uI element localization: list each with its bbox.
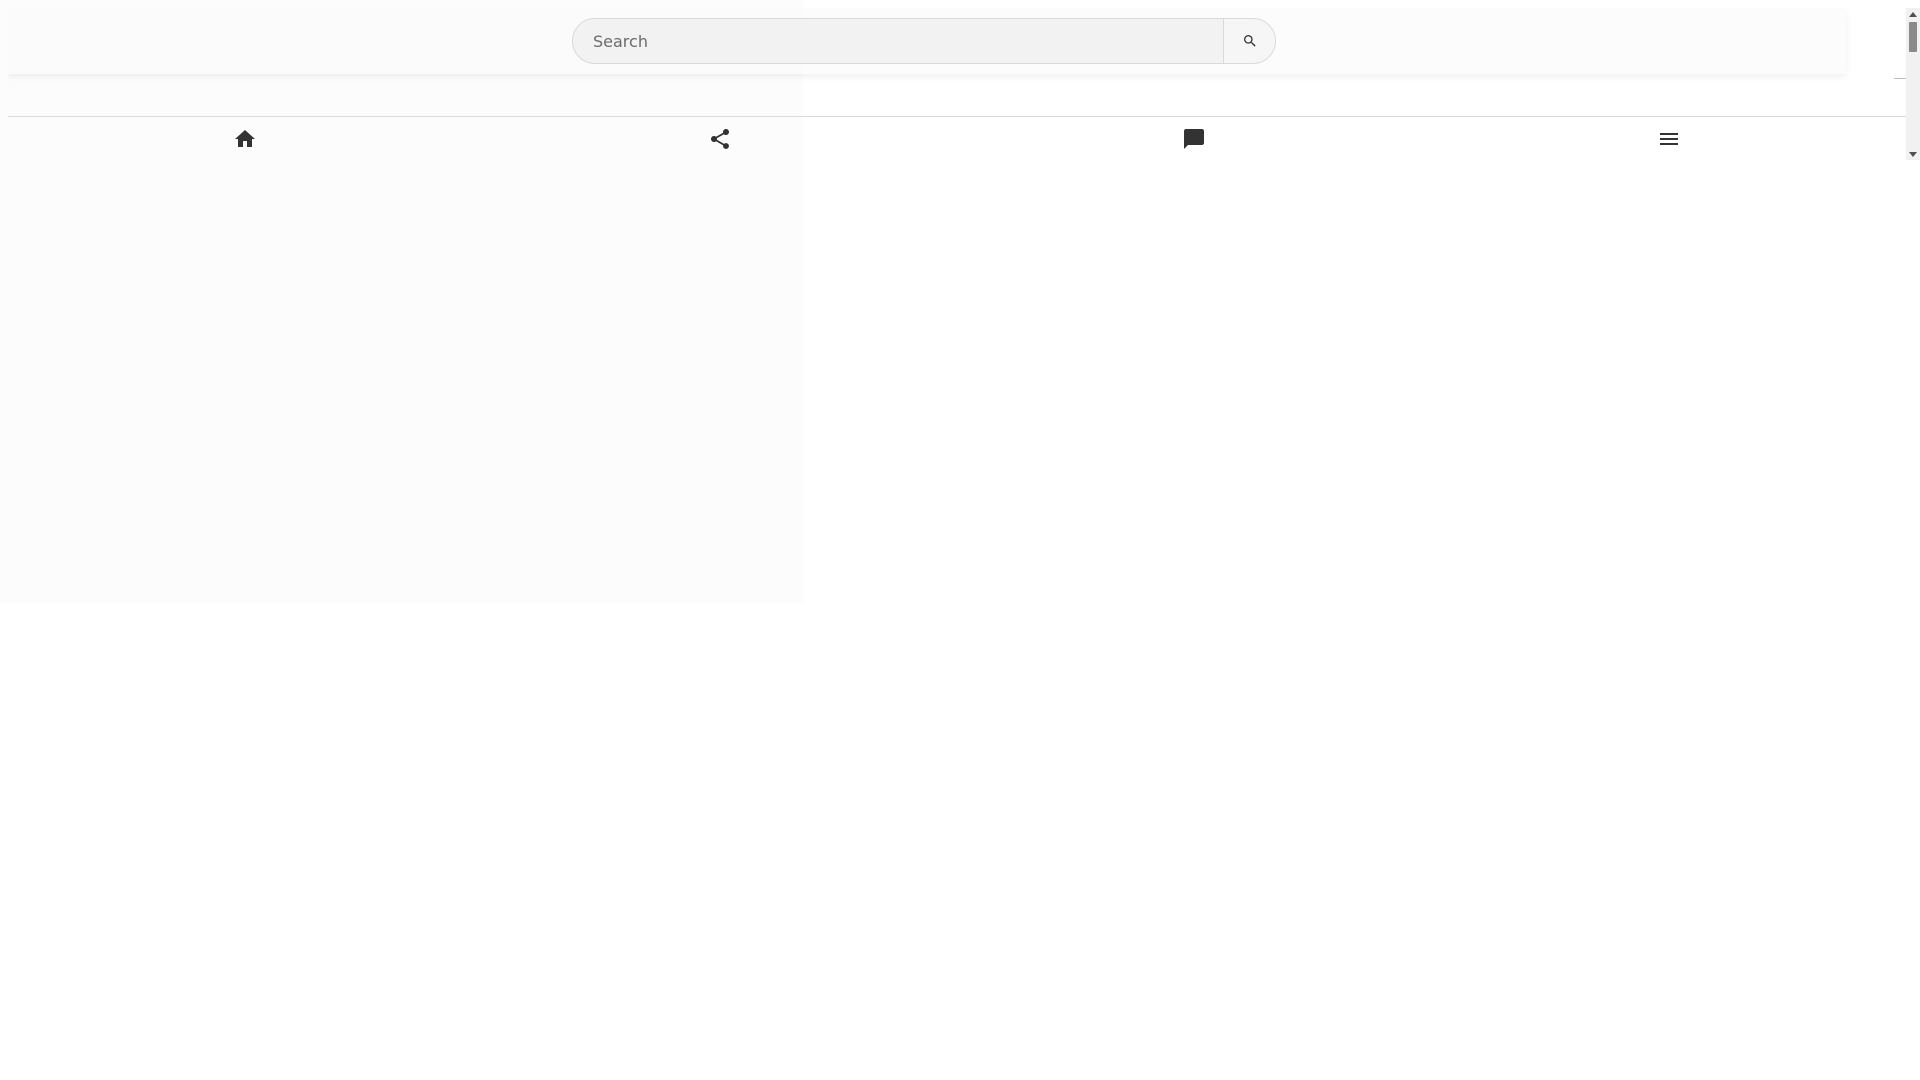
arrow-down-icon [1909, 151, 1917, 157]
scroll-thumb[interactable] [1909, 22, 1917, 52]
search-input[interactable] [573, 19, 1223, 63]
arrow-up-icon [1909, 11, 1917, 17]
bottom-navigation [8, 118, 1906, 160]
share-icon [710, 129, 729, 149]
search-icon [1243, 35, 1256, 47]
nav-menu[interactable] [1432, 118, 1907, 160]
scroll-up-button[interactable] [1906, 8, 1920, 20]
chat-icon [1184, 129, 1205, 149]
scroll-down-button[interactable] [1906, 148, 1920, 160]
search-button[interactable] [1223, 19, 1275, 63]
top-bar [8, 8, 1846, 74]
divider-dash [1894, 78, 1906, 79]
nav-home[interactable] [8, 118, 483, 160]
home-icon [235, 130, 256, 147]
nav-chat[interactable] [957, 118, 1432, 160]
embedded-frame [8, 8, 1906, 160]
page [0, 0, 1920, 1080]
menu-icon [1659, 133, 1678, 145]
vertical-scrollbar[interactable] [1906, 8, 1920, 160]
nav-share[interactable] [483, 118, 958, 160]
search-form [572, 18, 1276, 64]
nav-divider [8, 116, 1906, 117]
